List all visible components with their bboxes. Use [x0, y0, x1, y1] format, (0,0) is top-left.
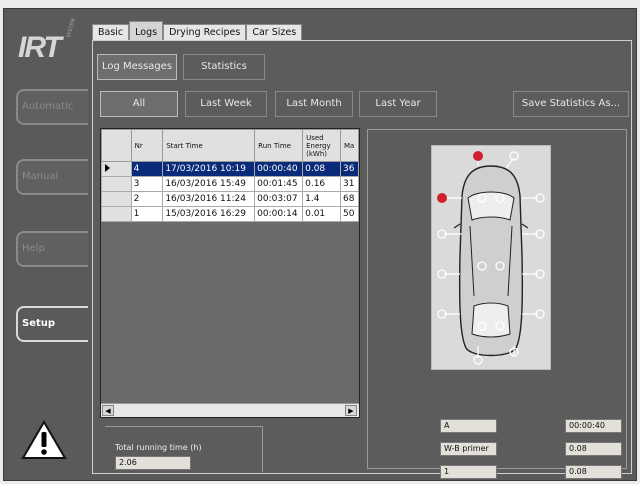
table-row[interactable]: 2 16/03/2016 11:24 00:03:07 1.4 68 [101, 191, 360, 207]
app-window: IRT SYSTEM Automatic Manual Help Setup B… [3, 8, 637, 481]
statistics-button[interactable]: Statistics [183, 54, 265, 80]
table-row[interactable]: 3 16/03/2016 15:49 00:01:45 0.16 31 [101, 176, 360, 192]
cell-nr[interactable]: 1 [130, 206, 164, 222]
tab-drying-recipes[interactable]: Drying Recipes [163, 24, 247, 40]
total-running-time-value: 2.06 [115, 456, 191, 470]
cell-run-time[interactable]: 00:01:45 [254, 176, 304, 192]
cell-ma[interactable]: 31 [339, 176, 360, 192]
warning-icon[interactable] [20, 419, 68, 464]
logo-subtext: SYSTEM [66, 17, 77, 39]
tab-basic[interactable]: Basic [92, 24, 130, 40]
statistics-table: Nr Start Time Run Time Used Energy (kWh)… [101, 129, 360, 222]
row-header-corner [101, 129, 132, 162]
cell-start-time[interactable]: 15/03/2016 16:29 [162, 206, 256, 222]
screen: IRT SYSTEM Automatic Manual Help Setup B… [0, 0, 640, 484]
main-panel: Basic Logs Drying Recipes Car Sizes Log … [88, 20, 636, 479]
cell-used-energy[interactable]: 0.16 [302, 176, 341, 192]
column-header-start-time[interactable]: Start Time [162, 129, 256, 162]
table-row[interactable]: 1 15/03/2016 16:29 00:00:14 0.01 50 [101, 206, 360, 222]
rail-setup-button[interactable]: Setup [16, 306, 88, 342]
cell-ma[interactable]: 50 [339, 206, 360, 222]
detail-field-run-time: 00:00:40 [565, 419, 622, 433]
scroll-left-icon[interactable]: ◀ [102, 405, 114, 416]
irt-logo: IRT [18, 31, 62, 64]
rail-manual-button[interactable]: Manual [16, 159, 88, 195]
car-diagram [431, 145, 551, 370]
filter-last-month-button[interactable]: Last Month [275, 91, 353, 117]
row-selector[interactable] [101, 161, 132, 177]
current-row-arrow-icon [105, 163, 110, 172]
tab-logs[interactable]: Logs [129, 21, 164, 41]
cell-start-time[interactable]: 16/03/2016 15:49 [162, 176, 256, 192]
logs-tab-content: Log Messages Statistics All Last Week La… [92, 40, 632, 479]
filter-last-year-button[interactable]: Last Year [359, 91, 437, 117]
rail-help-button[interactable]: Help [16, 231, 88, 267]
column-header-run-time[interactable]: Run Time [254, 129, 304, 162]
detail-field-count: 1 [440, 465, 497, 479]
cell-run-time[interactable]: 00:00:14 [254, 206, 304, 222]
detail-panel: A W-B primer 1 00:00:40 0.08 0.08 [367, 129, 627, 479]
detail-field-energy-2: 0.08 [565, 465, 622, 479]
total-running-time-group: Total running time (h) 2.06 [105, 426, 263, 472]
cell-nr[interactable]: 2 [130, 191, 164, 207]
cell-ma[interactable]: 36 [339, 161, 360, 177]
column-header-used-energy[interactable]: Used Energy (kWh) [302, 129, 341, 162]
tab-bar: Basic Logs Drying Recipes Car Sizes [92, 21, 303, 41]
cell-used-energy[interactable]: 0.01 [302, 206, 341, 222]
car-top-view-icon [437, 151, 545, 365]
statistics-grid[interactable]: Nr Start Time Run Time Used Energy (kWh)… [100, 128, 360, 418]
left-rail: IRT SYSTEM Automatic Manual Help Setup [4, 9, 88, 480]
cell-nr[interactable]: 3 [130, 176, 164, 192]
cell-nr[interactable]: 4 [130, 161, 164, 177]
cell-used-energy[interactable]: 1.4 [302, 191, 341, 207]
rail-automatic-button[interactable]: Automatic [16, 89, 88, 125]
log-messages-button[interactable]: Log Messages [97, 54, 177, 80]
row-selector[interactable] [101, 191, 132, 207]
cell-run-time[interactable]: 00:00:40 [254, 161, 304, 177]
save-statistics-button[interactable]: Save Statistics As... [513, 91, 629, 117]
cell-used-energy[interactable]: 0.08 [302, 161, 341, 177]
column-header-nr[interactable]: Nr [130, 129, 164, 162]
scroll-right-icon[interactable]: ▶ [345, 405, 357, 416]
detail-field-energy: 0.08 [565, 442, 622, 456]
horizontal-scrollbar[interactable]: ◀ ▶ [101, 403, 359, 417]
cell-start-time[interactable]: 17/03/2016 10:19 [162, 161, 256, 177]
cell-run-time[interactable]: 00:03:07 [254, 191, 304, 207]
detail-field-zone: A [440, 419, 497, 433]
filter-last-week-button[interactable]: Last Week [185, 91, 267, 117]
total-running-time-label: Total running time (h) [115, 443, 202, 452]
filter-all-button[interactable]: All [100, 91, 178, 117]
column-header-ma[interactable]: Ma [339, 129, 360, 162]
detail-field-recipe: W-B primer [440, 442, 497, 456]
table-row[interactable]: 4 17/03/2016 10:19 00:00:40 0.08 36 [101, 161, 360, 177]
table-header-row: Nr Start Time Run Time Used Energy (kWh)… [101, 129, 360, 162]
row-selector[interactable] [101, 206, 132, 222]
row-selector[interactable] [101, 176, 132, 192]
cell-start-time[interactable]: 16/03/2016 11:24 [162, 191, 256, 207]
tab-car-sizes[interactable]: Car Sizes [246, 24, 303, 40]
cell-ma[interactable]: 68 [339, 191, 360, 207]
